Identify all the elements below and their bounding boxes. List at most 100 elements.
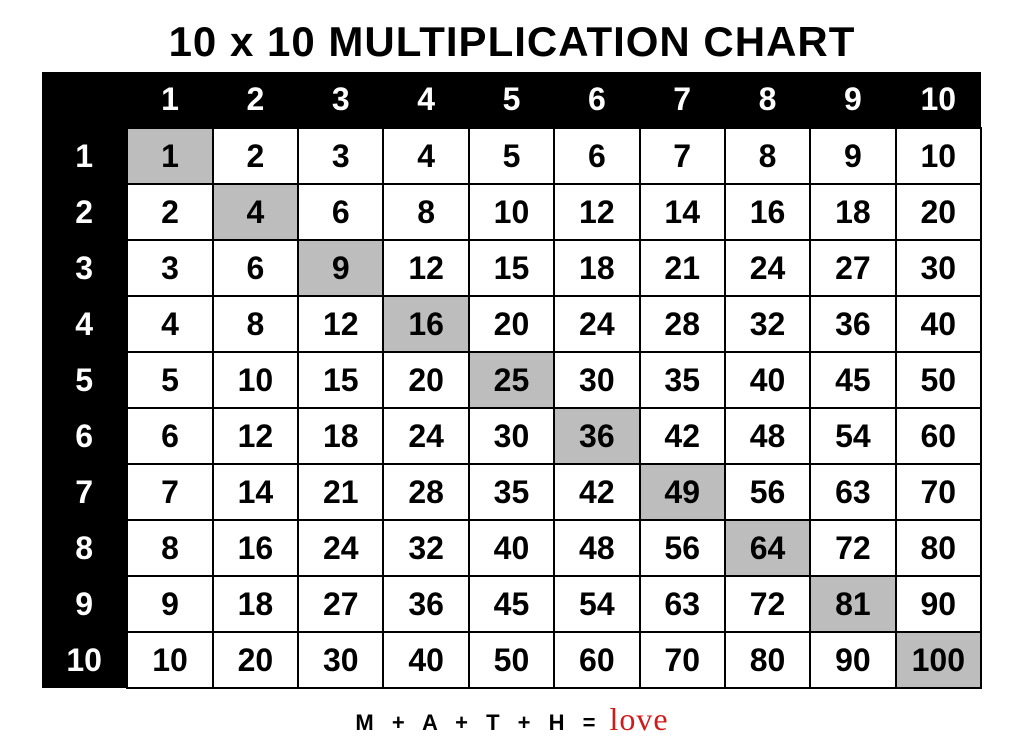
table-cell: 8 [127,520,212,576]
table-cell: 70 [640,632,725,688]
footer-credit: M + A + T + H = love [355,701,668,738]
table-cell: 25 [469,352,554,408]
col-header: 6 [554,72,639,128]
table-cell: 80 [725,632,810,688]
table-cell: 3 [298,128,383,184]
table-cell: 48 [554,520,639,576]
table-cell: 5 [127,352,212,408]
row-header: 3 [42,240,127,296]
table-cell: 30 [896,240,981,296]
table-cell: 42 [640,408,725,464]
table-cell: 24 [725,240,810,296]
row-header: 4 [42,296,127,352]
table-cell: 70 [896,464,981,520]
table-cell: 16 [725,184,810,240]
table-cell: 6 [213,240,298,296]
table-cell: 36 [383,576,468,632]
table-cell: 72 [810,520,895,576]
table-cell: 20 [213,632,298,688]
table-cell: 100 [896,632,981,688]
table-cell: 28 [383,464,468,520]
table-cell: 9 [298,240,383,296]
table-cell: 18 [554,240,639,296]
table-cell: 40 [383,632,468,688]
table-cell: 21 [298,464,383,520]
row-header: 7 [42,464,127,520]
row-header: 2 [42,184,127,240]
table-cell: 21 [640,240,725,296]
table-cell: 15 [298,352,383,408]
table-cell: 16 [213,520,298,576]
col-header: 9 [810,72,895,128]
table-cell: 72 [725,576,810,632]
table-cell: 10 [896,128,981,184]
table-cell: 16 [383,296,468,352]
table-cell: 40 [469,520,554,576]
row-header: 10 [42,632,127,688]
table-cell: 12 [213,408,298,464]
table-cell: 81 [810,576,895,632]
table-cell: 18 [298,408,383,464]
table-cell: 10 [469,184,554,240]
table-cell: 30 [469,408,554,464]
table-cell: 8 [383,184,468,240]
table-cell: 27 [810,240,895,296]
table-cell: 50 [469,632,554,688]
table-cell: 45 [810,352,895,408]
table-cell: 6 [298,184,383,240]
table-cell: 28 [640,296,725,352]
table-cell: 8 [213,296,298,352]
table-cell: 90 [810,632,895,688]
col-header: 7 [640,72,725,128]
multiplication-table-container: 1234567891011234567891022468101214161820… [42,72,982,689]
row-header: 8 [42,520,127,576]
table-cell: 49 [640,464,725,520]
table-cell: 18 [810,184,895,240]
table-cell: 10 [213,352,298,408]
row-header: 5 [42,352,127,408]
table-cell: 40 [896,296,981,352]
table-cell: 56 [640,520,725,576]
table-cell: 6 [127,408,212,464]
table-cell: 36 [554,408,639,464]
table-cell: 32 [725,296,810,352]
table-cell: 45 [469,576,554,632]
table-cell: 4 [213,184,298,240]
table-cell: 63 [640,576,725,632]
col-header: 2 [213,72,298,128]
table-cell: 2 [127,184,212,240]
table-corner [42,72,127,128]
table-cell: 30 [554,352,639,408]
footer-love: love [610,701,669,738]
table-cell: 18 [213,576,298,632]
table-cell: 24 [298,520,383,576]
table-cell: 36 [810,296,895,352]
table-cell: 12 [298,296,383,352]
table-cell: 40 [725,352,810,408]
table-cell: 35 [469,464,554,520]
table-cell: 63 [810,464,895,520]
table-cell: 20 [896,184,981,240]
table-cell: 54 [554,576,639,632]
table-cell: 32 [383,520,468,576]
table-cell: 64 [725,520,810,576]
table-cell: 20 [469,296,554,352]
table-cell: 9 [810,128,895,184]
table-cell: 14 [640,184,725,240]
table-cell: 14 [213,464,298,520]
table-cell: 54 [810,408,895,464]
table-cell: 8 [725,128,810,184]
table-cell: 4 [383,128,468,184]
table-cell: 42 [554,464,639,520]
table-cell: 90 [896,576,981,632]
table-cell: 48 [725,408,810,464]
table-cell: 15 [469,240,554,296]
page-title: 10 x 10 MULTIPLICATION CHART [169,18,856,66]
table-cell: 24 [383,408,468,464]
table-cell: 30 [298,632,383,688]
table-cell: 4 [127,296,212,352]
table-cell: 10 [127,632,212,688]
table-cell: 35 [640,352,725,408]
table-cell: 3 [127,240,212,296]
footer-text: M + A + T + H = [355,710,601,736]
